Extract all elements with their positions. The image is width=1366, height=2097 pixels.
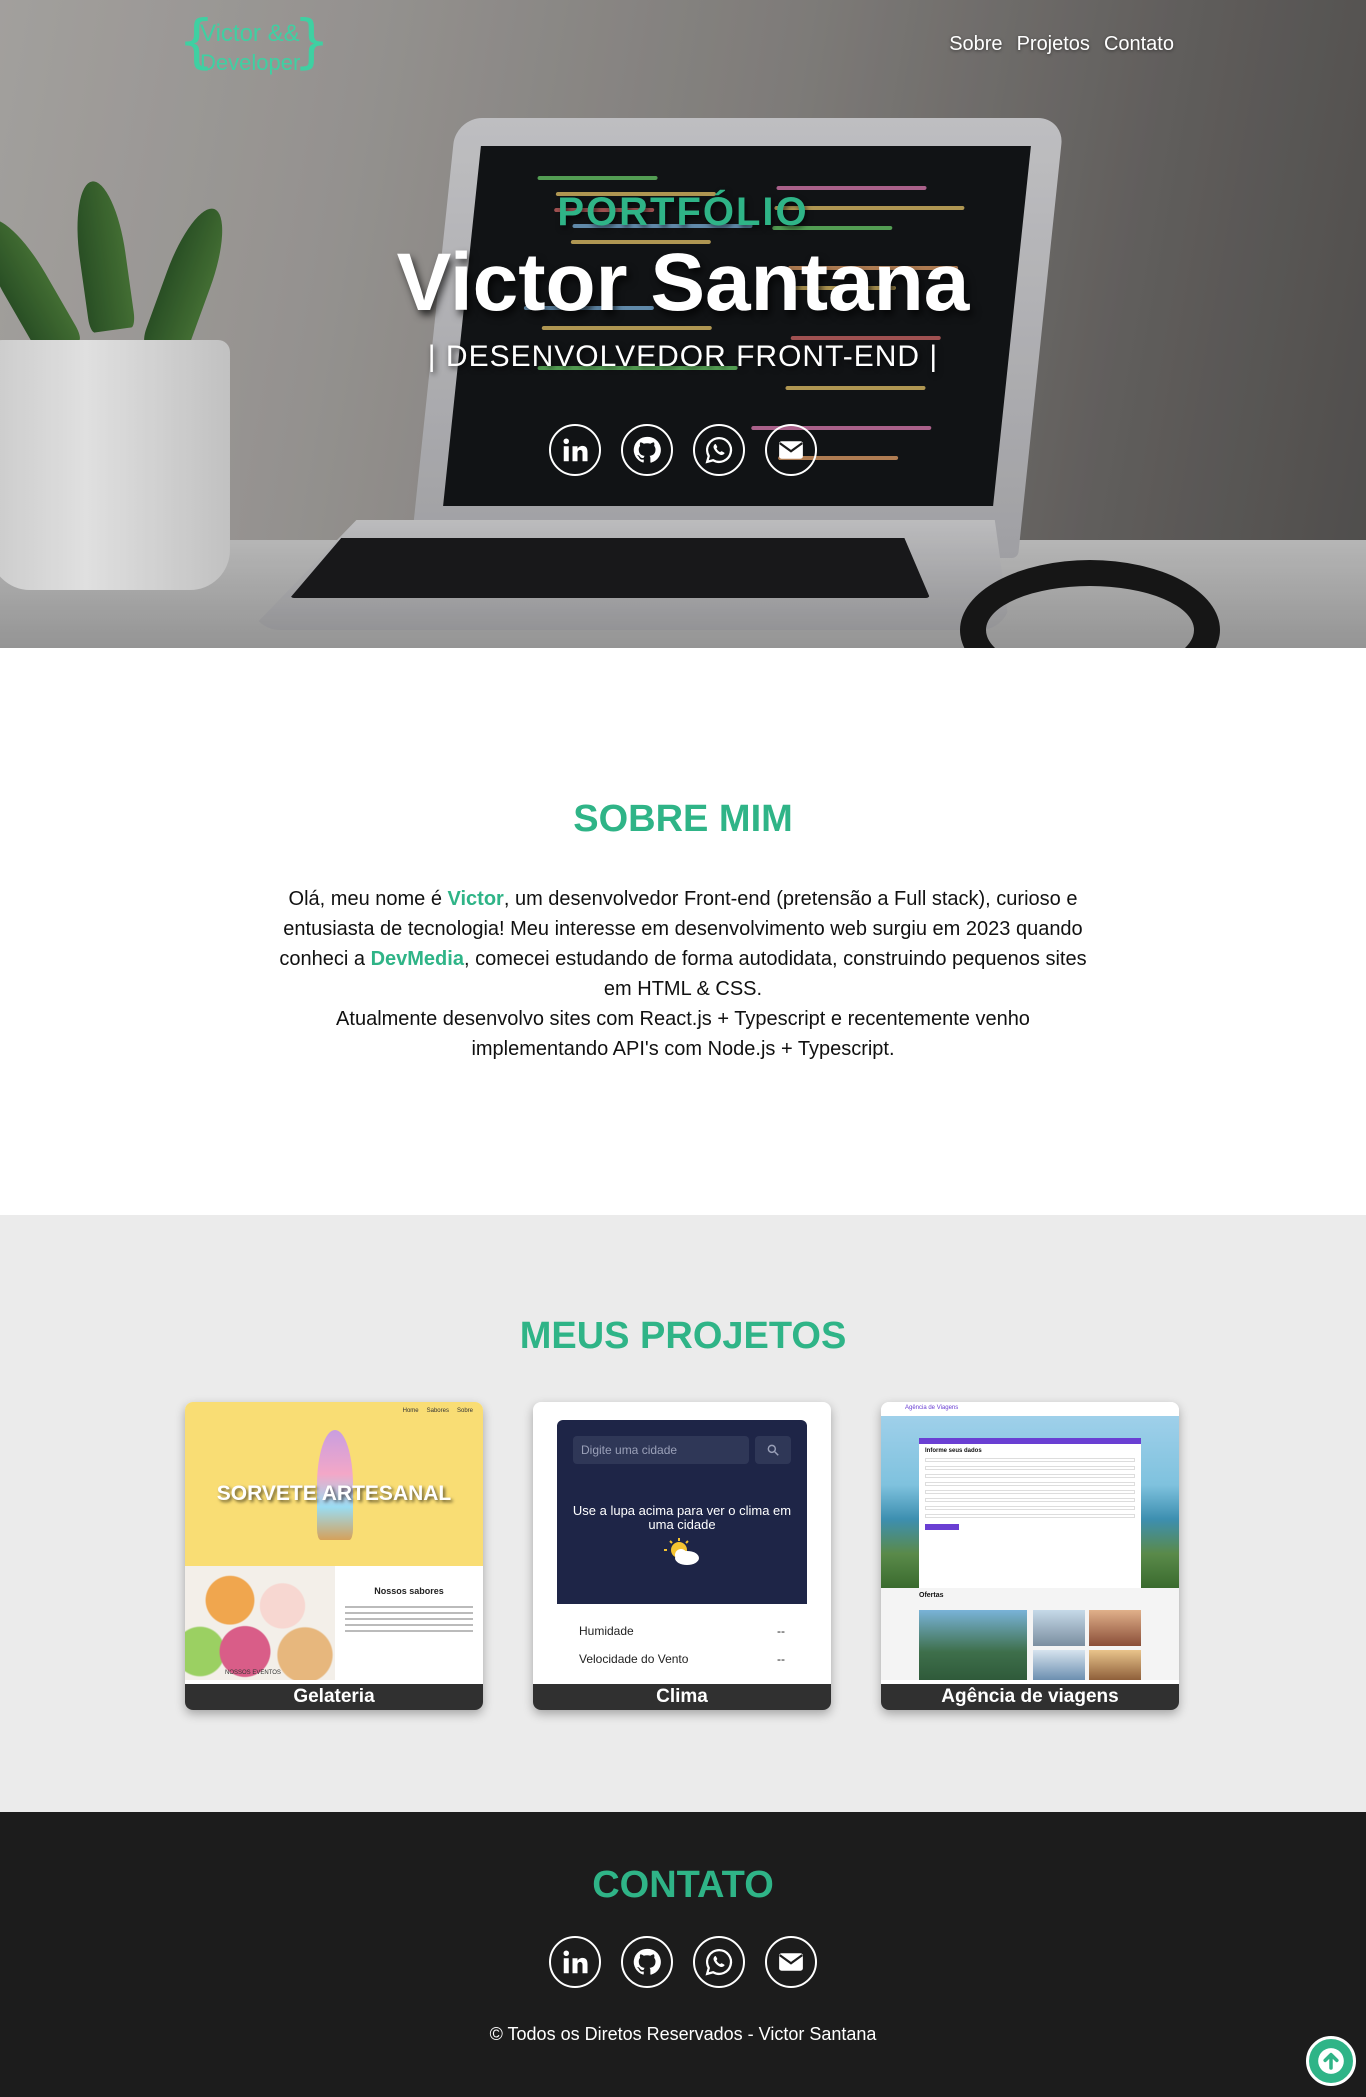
hero-kicker: PORTFÓLIO (557, 190, 809, 234)
gelateria-nav-item: Sobre (456, 1408, 473, 1414)
about-title: SOBRE MIM (573, 798, 793, 840)
logo-line1: Victor && (200, 20, 300, 47)
email-link[interactable] (765, 1936, 817, 1988)
whatsapp-link[interactable] (693, 1936, 745, 1988)
agencia-preview-form: Informe seus dados (919, 1438, 1141, 1590)
about-devmedia-highlight: DevMedia (370, 948, 464, 970)
email-link[interactable] (765, 424, 817, 476)
clima-preview-panel: Digite uma cidade Use a lupa acima para … (557, 1420, 807, 1604)
gelateria-nav-item: Home (402, 1408, 419, 1414)
agencia-preview-offers: Ofertas (881, 1588, 1179, 1680)
copyright-text: © Todos os Diretos Reservados - Victor S… (489, 2024, 877, 2044)
top-nav: { Victor && Developer } Sobre Projetos C… (0, 0, 1366, 90)
whatsapp-icon (705, 436, 733, 464)
search-icon (767, 1444, 779, 1456)
agencia-preview-hero: Informe seus dados (881, 1416, 1179, 1590)
whatsapp-icon (705, 1948, 733, 1976)
arrow-up-icon (1318, 2048, 1344, 2074)
ice-cream-scoops-image (185, 1566, 335, 1680)
email-icon (779, 1953, 803, 1971)
projects-section: MEUS PROJETOS Home Sabores Sobre SORVETE… (0, 1215, 1366, 1812)
offer-image (1033, 1650, 1085, 1680)
project-caption: Agência de viagens (881, 1684, 1179, 1710)
gelateria-section-title: Nossos sabores (374, 1586, 444, 1596)
clima-row-label: Humidade (579, 1624, 634, 1638)
project-caption: Clima (533, 1684, 831, 1710)
github-icon (633, 1948, 661, 1975)
agencia-form-title: Informe seus dados (925, 1448, 982, 1454)
clima-search-button (755, 1436, 791, 1464)
nav-link-projetos[interactable]: Projetos (1017, 33, 1090, 56)
clima-row-value: -- (777, 1652, 785, 1666)
hero-name: Victor Santana (396, 237, 970, 328)
hero-section: { Victor && Developer } Sobre Projetos C… (0, 0, 1366, 648)
about-name-highlight: Victor (447, 888, 504, 910)
clima-row-humidity: Humidade -- (579, 1624, 785, 1638)
about-text-part: Olá, meu nome é (288, 888, 448, 910)
logo[interactable]: { Victor && Developer } (178, 7, 330, 80)
project-card-gelateria[interactable]: Home Sabores Sobre SORVETE ARTESANAL Nos… (185, 1402, 483, 1710)
project-card-agencia[interactable]: Agência de Viagens Informe seus dados Of… (881, 1402, 1179, 1710)
contact-title: CONTATO (592, 1864, 774, 1906)
offer-image (1033, 1610, 1085, 1646)
gelateria-preview-hero: Home Sabores Sobre SORVETE ARTESANAL (185, 1402, 483, 1566)
email-icon (779, 441, 803, 459)
gelateria-nav-item: Sabores (426, 1408, 449, 1414)
projects-title: MEUS PROJETOS (519, 1315, 847, 1357)
agencia-form-submit (925, 1524, 959, 1530)
hero-role: | DESENVOLVEDOR FRONT-END | (427, 340, 939, 373)
nav-link-contato[interactable]: Contato (1104, 33, 1174, 56)
linkedin-link[interactable] (549, 424, 601, 476)
sun-cloud-icon (664, 1538, 699, 1565)
gelateria-preview-nav: Home Sabores Sobre (403, 1408, 473, 1414)
gelateria-events-label: NOSSOS EVENTOS (225, 1670, 281, 1676)
logo-brace-right: } (293, 7, 330, 75)
clima-row-value: -- (777, 1624, 785, 1638)
about-section: SOBRE MIM Olá, meu nome é Victor, um des… (0, 648, 1366, 1215)
about-text: Olá, meu nome é Victor, um desenvolvedor… (270, 884, 1096, 1064)
clima-message: Use a lupa acima para ver o clima em uma… (572, 1503, 792, 1532)
about-text-part: , comecei estudando de forma autodidata,… (463, 948, 1087, 1000)
offer-image (1089, 1650, 1141, 1680)
project-card-clima[interactable]: Digite uma cidade Use a lupa acima para … (533, 1402, 831, 1710)
linkedin-icon (563, 1950, 588, 1974)
agencia-preview-header: Agência de Viagens (881, 1402, 1179, 1416)
gelateria-text-lines (345, 1606, 473, 1636)
offer-image (1089, 1610, 1141, 1646)
project-caption: Gelateria (185, 1684, 483, 1710)
offer-image-rio (919, 1610, 1027, 1680)
clima-row-wind: Velocidade do Vento -- (579, 1652, 785, 1666)
nav-menu: Sobre Projetos Contato (949, 33, 1174, 56)
contact-section: CONTATO © Todos os Diretos Reservados - … (0, 1812, 1366, 2097)
linkedin-icon (563, 438, 588, 462)
hero-social-links (0, 424, 1366, 476)
nav-link-sobre[interactable]: Sobre (949, 33, 1002, 56)
agencia-offers-title: Ofertas (919, 1592, 944, 1599)
whatsapp-link[interactable] (693, 424, 745, 476)
linkedin-link[interactable] (549, 1936, 601, 1988)
about-paragraph-2: Atualmente desenvolvo sites com React.js… (336, 1008, 1030, 1060)
github-icon (633, 436, 661, 463)
about-paragraph-1: Olá, meu nome é Victor, um desenvolvedor… (270, 884, 1096, 1004)
clima-row-label: Velocidade do Vento (579, 1652, 689, 1666)
logo-line2: Developer (200, 50, 301, 75)
contact-social-links (0, 1936, 1366, 1988)
gelateria-hero-title: SORVETE ARTESANAL (216, 1482, 452, 1505)
github-link[interactable] (621, 1936, 673, 1988)
clima-preview-details: Humidade -- Velocidade do Vento -- (557, 1604, 807, 1680)
github-link[interactable] (621, 424, 673, 476)
clima-search-input: Digite uma cidade (573, 1436, 749, 1464)
back-to-top-button[interactable] (1306, 2036, 1356, 2086)
